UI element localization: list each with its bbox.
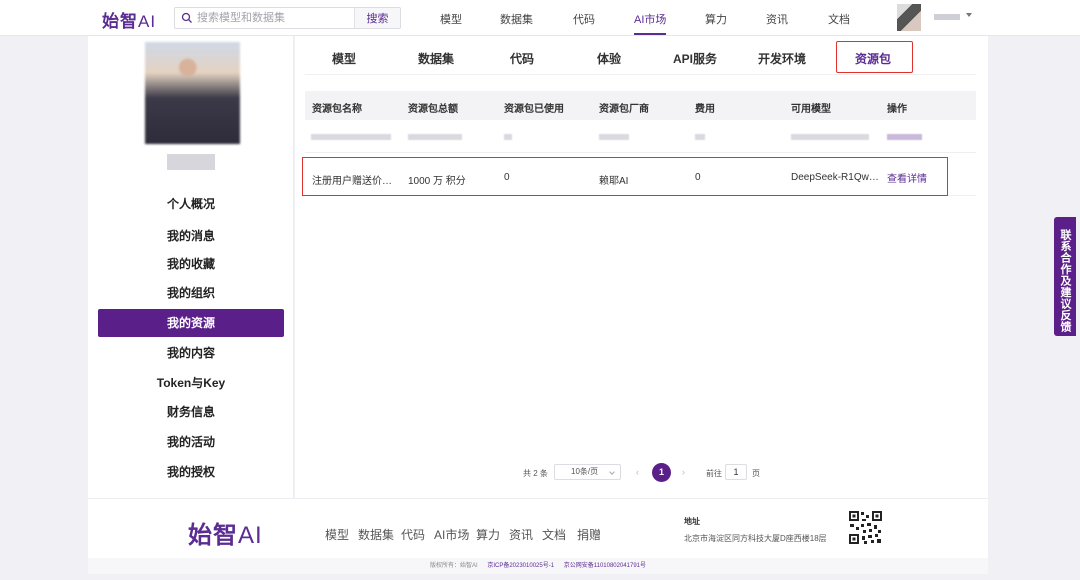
row-highlight-box xyxy=(302,157,948,196)
nav-item-docs[interactable]: 文档 xyxy=(828,11,850,27)
caret-down-icon[interactable] xyxy=(966,13,972,17)
address-label: 地址 xyxy=(684,517,700,526)
sidebar-item-resources[interactable]: 我的资源 xyxy=(98,309,284,337)
col-header-action: 操作 xyxy=(887,104,907,115)
search-button[interactable]: 搜索 xyxy=(354,8,400,28)
profile-name-redacted xyxy=(167,154,215,170)
col-header-used: 资源包已使用 xyxy=(504,104,564,115)
col-header-name: 资源包名称 xyxy=(312,104,362,115)
tab-datasets[interactable]: 数据集 xyxy=(418,50,454,67)
tab-api-service[interactable]: API服务 xyxy=(673,50,717,67)
footer: 始智AI 模型 数据集 代码 AI市场 算力 资讯 文档 捐赠 地址 北京市海淀… xyxy=(88,498,988,558)
redacted-cell xyxy=(311,134,391,140)
sidebar-item-finance[interactable]: 财务信息 xyxy=(98,398,284,426)
sidebar: 个人概况 我的消息 我的收藏 我的组织 我的资源 我的内容 Token与Key … xyxy=(88,36,294,498)
copyright-bar: 版权所有：始智AI 京ICP备2023010025号-1 京公网安备110108… xyxy=(88,558,988,574)
sidebar-item-favorites[interactable]: 我的收藏 xyxy=(98,250,284,278)
icp-link[interactable]: 京ICP备2023010025号-1 xyxy=(487,563,554,569)
tab-highlight-box xyxy=(836,41,913,73)
footer-link-datasets[interactable]: 数据集 xyxy=(358,526,394,543)
sidebar-item-activities[interactable]: 我的活动 xyxy=(98,428,284,456)
search-icon xyxy=(181,12,192,23)
address-text: 北京市海淀区同方科技大厦D座西楼18层 xyxy=(684,534,827,543)
nav-item-compute[interactable]: 算力 xyxy=(705,11,727,27)
user-name-redacted[interactable] xyxy=(934,14,960,20)
logo-ai-text: AI xyxy=(138,12,157,31)
police-record-link[interactable]: 京公网安备11010802041791号 xyxy=(564,563,646,569)
footer-logo-ai-text: AI xyxy=(238,522,263,549)
redacted-cell xyxy=(695,134,705,140)
main-panel: 模型 数据集 代码 体验 API服务 开发环境 资源包 资源包名称 资源包总额 … xyxy=(295,36,988,498)
footer-logo[interactable]: 始智AI xyxy=(188,515,263,550)
tab-code[interactable]: 代码 xyxy=(510,50,534,67)
page-number-current[interactable]: 1 xyxy=(652,463,671,482)
qr-code-icon xyxy=(848,510,883,545)
search-box: 搜索 xyxy=(174,7,401,29)
redacted-cell xyxy=(408,134,462,140)
table-header: 资源包名称 资源包总额 资源包已使用 资源包厂商 费用 可用模型 操作 xyxy=(305,91,976,120)
nav-item-code[interactable]: 代码 xyxy=(573,11,595,27)
redacted-cell[interactable] xyxy=(887,134,922,140)
col-header-total: 资源包总额 xyxy=(408,104,458,115)
sidebar-item-overview[interactable]: 个人概况 xyxy=(98,190,284,218)
footer-link-ai-market[interactable]: AI市场 xyxy=(434,526,469,543)
profile-avatar xyxy=(145,42,240,144)
user-avatar[interactable] xyxy=(897,4,921,31)
footer-link-news[interactable]: 资讯 xyxy=(509,526,533,543)
goto-page-input[interactable]: 1 xyxy=(725,464,747,480)
pagination-total: 共 2 条 xyxy=(523,469,548,478)
footer-link-compute[interactable]: 算力 xyxy=(476,526,500,543)
sidebar-item-token-key[interactable]: Token与Key xyxy=(98,369,284,397)
footer-logo-text: 始智 xyxy=(188,522,238,549)
redacted-cell xyxy=(791,134,869,140)
col-header-models: 可用模型 xyxy=(791,104,831,115)
sidebar-item-authorization[interactable]: 我的授权 xyxy=(98,458,284,486)
tab-experience[interactable]: 体验 xyxy=(597,50,621,67)
page-unit-label: 页 xyxy=(752,469,760,478)
sidebar-item-messages[interactable]: 我的消息 xyxy=(98,222,284,250)
logo-text: 始智 xyxy=(102,12,138,31)
page-size-select[interactable]: 10条/页 xyxy=(554,464,621,480)
table-row-redacted xyxy=(305,128,976,153)
redacted-cell xyxy=(599,134,629,140)
page-size-value: 10条/页 xyxy=(571,467,599,476)
footer-link-code[interactable]: 代码 xyxy=(401,526,425,543)
nav-item-ai-market[interactable]: AI市场 xyxy=(634,11,666,27)
prev-page-button[interactable]: ‹ xyxy=(636,467,639,477)
sidebar-item-organizations[interactable]: 我的组织 xyxy=(98,279,284,307)
search-input[interactable] xyxy=(197,11,347,25)
brand-logo[interactable]: 始智AI xyxy=(102,7,156,32)
footer-link-docs[interactable]: 文档 xyxy=(542,526,566,543)
tab-divider xyxy=(305,74,976,75)
pagination: 共 2 条 10条/页 ‹ 1 › 前往 1 页 xyxy=(295,463,988,483)
nav-active-underline xyxy=(634,33,666,35)
copyright-text: 版权所有：始智AI xyxy=(429,563,478,569)
top-nav-bar: 始智AI 搜索 模型 数据集 代码 AI市场 算力 资讯 文档 xyxy=(0,0,1080,36)
chevron-down-icon xyxy=(609,469,615,475)
tab-dev-env[interactable]: 开发环境 xyxy=(758,50,806,67)
next-page-button[interactable]: › xyxy=(682,467,685,477)
nav-item-models[interactable]: 模型 xyxy=(440,11,462,27)
footer-link-models[interactable]: 模型 xyxy=(325,526,349,543)
tab-models[interactable]: 模型 xyxy=(332,50,356,67)
col-header-fee: 费用 xyxy=(695,104,715,115)
sidebar-item-content[interactable]: 我的内容 xyxy=(98,339,284,367)
col-header-vendor: 资源包厂商 xyxy=(599,104,649,115)
footer-link-donate[interactable]: 捐赠 xyxy=(577,526,601,543)
nav-item-news[interactable]: 资讯 xyxy=(766,11,788,27)
redacted-cell xyxy=(504,134,512,140)
nav-item-datasets[interactable]: 数据集 xyxy=(500,11,533,27)
feedback-button[interactable]: 联系合作及建议反馈 xyxy=(1054,217,1076,336)
goto-label: 前往 xyxy=(706,469,722,478)
